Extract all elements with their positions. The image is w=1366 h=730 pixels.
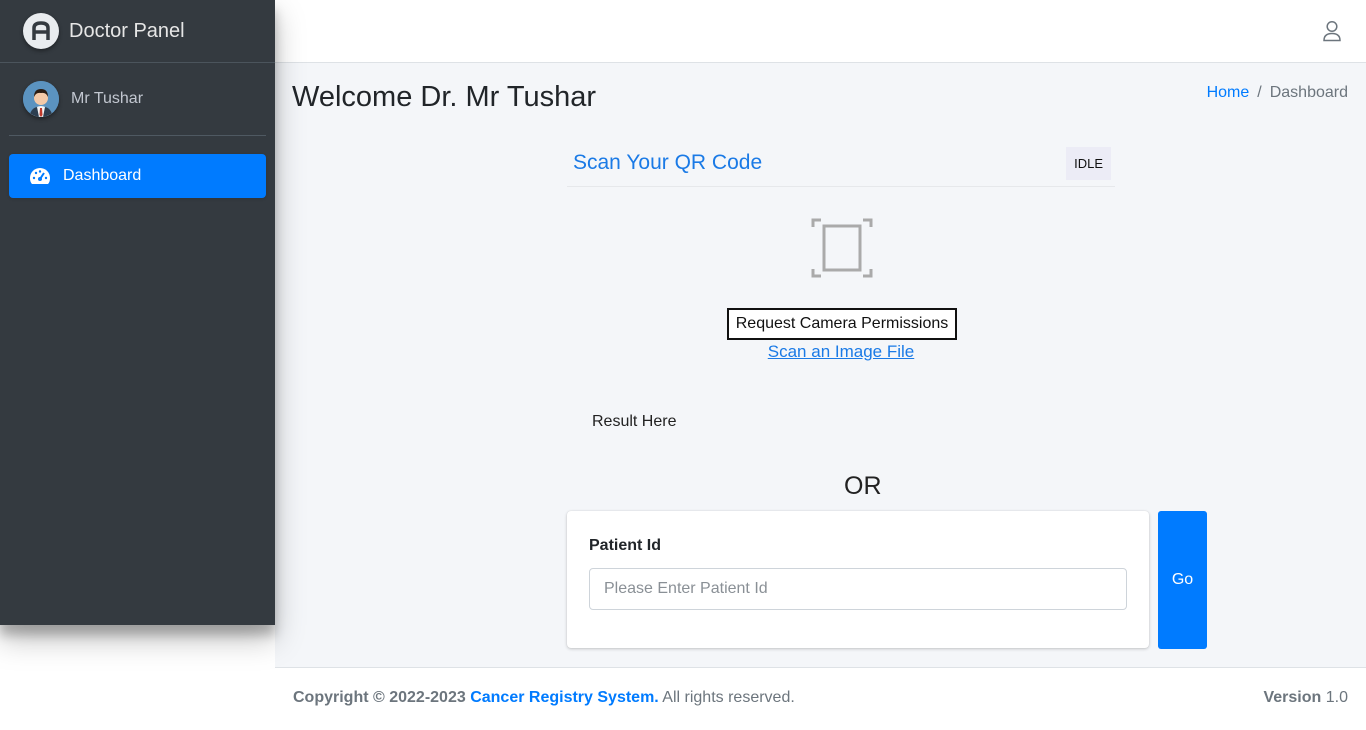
sidebar-nav: Dashboard (0, 136, 275, 198)
main-footer: Copyright © 2022-2023 Cancer Registry Sy… (275, 667, 1366, 730)
page-title: Welcome Dr. Mr Tushar (292, 81, 597, 113)
or-divider: OR (844, 472, 882, 500)
user-name: Mr Tushar (71, 90, 144, 107)
content-wrapper: Welcome Dr. Mr Tushar Home / Dashboard Sca… (275, 63, 1366, 667)
breadcrumb: Home / Dashboard (1207, 84, 1348, 102)
scan-result-text: Result Here (592, 413, 677, 430)
patient-id-label: Patient Id (589, 537, 662, 554)
sidebar-item-label: Dashboard (63, 167, 142, 184)
version-label: Version (1263, 689, 1322, 706)
brand-logo-icon (23, 13, 59, 49)
copyright-prefix: Copyright © 2022-2023 (293, 689, 466, 706)
user-panel[interactable]: Mr Tushar (9, 63, 266, 136)
rights-text: All rights reserved. (662, 689, 795, 706)
user-icon[interactable] (1322, 20, 1342, 42)
version-info: Version 1.0 (1263, 689, 1348, 707)
copyright-text: Copyright © 2022-2023 Cancer Registry Sy… (293, 689, 795, 707)
version-value: 1.0 (1325, 689, 1348, 706)
go-button[interactable]: Go (1158, 511, 1207, 649)
dashboard-gauge-icon (29, 167, 51, 185)
doctor-avatar (23, 81, 59, 117)
scanner-header: Scan Your QR Code IDLE (567, 146, 1115, 187)
qr-scanner: Scan Your QR Code IDLE Request Camera Pe… (567, 146, 1115, 436)
org-link[interactable]: Cancer Registry System. (470, 689, 659, 706)
sidebar-item-dashboard[interactable]: Dashboard (9, 154, 266, 198)
scanner-status-badge: IDLE (1066, 147, 1111, 180)
brand-title: Doctor Panel (69, 19, 185, 42)
breadcrumb-current: Dashboard (1269, 84, 1348, 101)
breadcrumb-separator: / (1257, 84, 1262, 101)
breadcrumb-home-link[interactable]: Home (1207, 84, 1250, 101)
main-sidebar: Doctor Panel Mr Tushar Dashboard (0, 0, 275, 625)
qr-scan-frame-icon (811, 217, 873, 279)
patient-id-card: Patient Id (567, 511, 1149, 648)
request-camera-button[interactable]: Request Camera Permissions (727, 308, 957, 340)
patient-id-input[interactable] (589, 568, 1127, 610)
brand-link[interactable]: Doctor Panel (0, 0, 275, 63)
top-navbar (275, 0, 1366, 63)
scanner-title: Scan Your QR Code (573, 151, 763, 174)
scan-image-file-link[interactable]: Scan an Image File (567, 342, 1115, 362)
